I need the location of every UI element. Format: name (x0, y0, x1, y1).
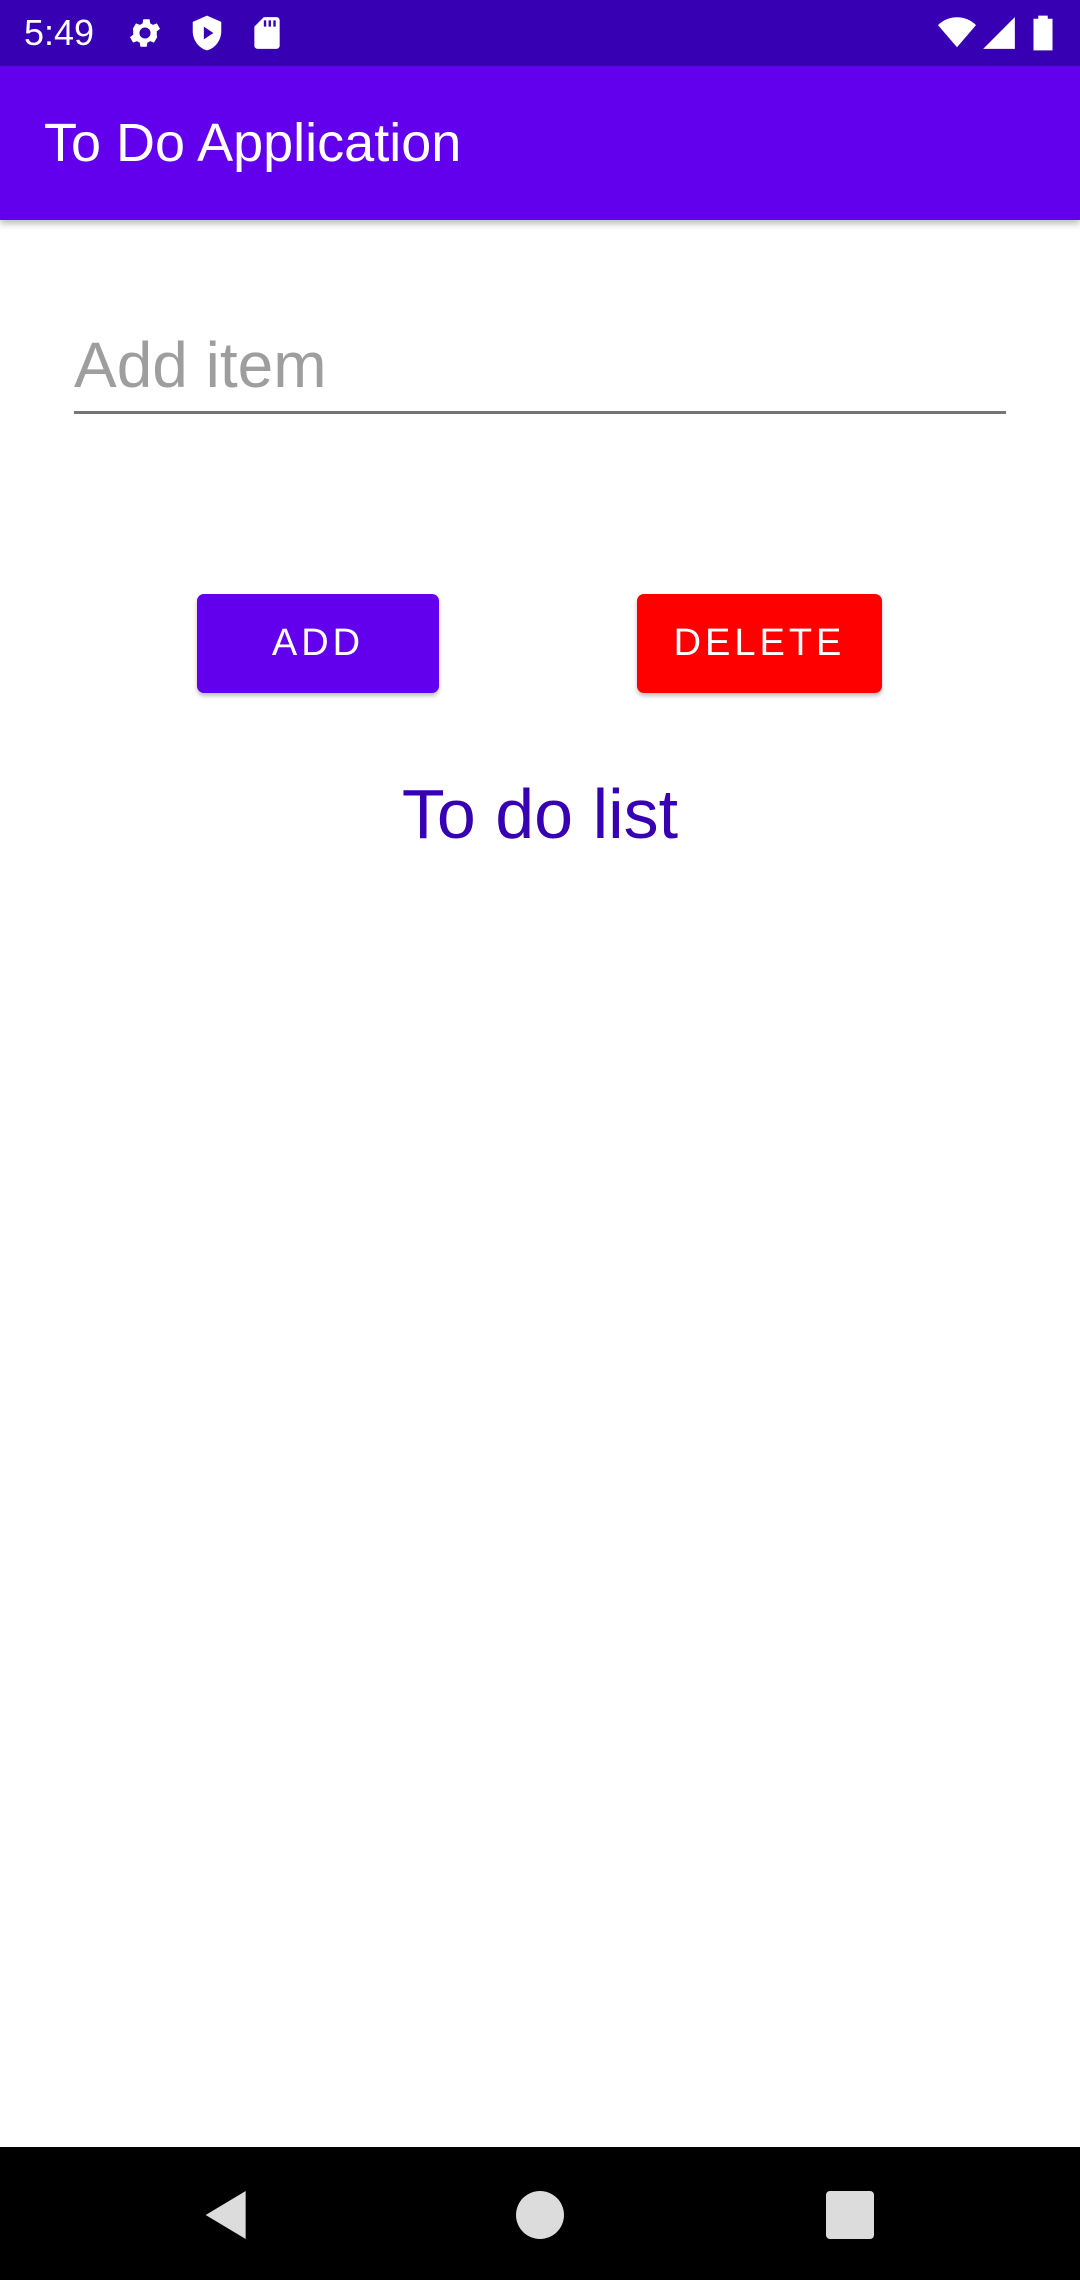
back-icon[interactable] (195, 2183, 259, 2247)
gear-icon (126, 14, 164, 52)
recents-icon[interactable] (818, 2183, 882, 2247)
wifi-icon (938, 14, 976, 52)
battery-icon (1030, 14, 1056, 52)
navigation-bar (0, 2147, 1080, 2280)
delete-button[interactable]: DELETE (637, 594, 882, 693)
list-heading: To do list (401, 775, 679, 853)
shield-play-icon (188, 14, 226, 52)
app-title: To Do Application (44, 113, 462, 173)
sd-card-icon (248, 14, 286, 52)
add-item-input[interactable] (74, 318, 1006, 414)
status-bar: 5:49 (0, 0, 1080, 66)
home-icon[interactable] (508, 2183, 572, 2247)
app-bar: To Do Application (0, 66, 1080, 220)
add-button[interactable]: ADD (197, 594, 439, 693)
cell-signal-icon (980, 14, 1018, 52)
status-time: 5:49 (24, 12, 95, 53)
